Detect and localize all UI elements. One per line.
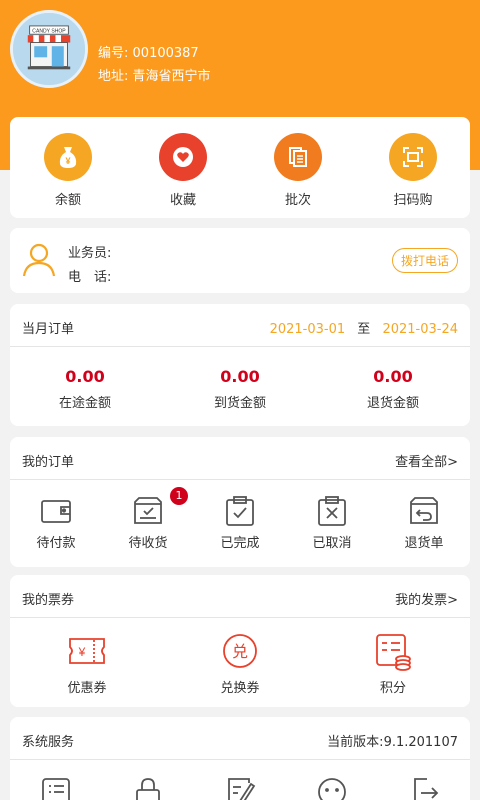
salesperson-card: 业务员: 电 话: 拨打电话 bbox=[10, 228, 470, 293]
divider bbox=[10, 346, 470, 347]
quick-actions-card: ¥ 余额 收藏 批次 扫码购 bbox=[10, 117, 470, 218]
amount-value: 0.00 bbox=[373, 367, 413, 386]
salesperson-phone-label: 电 话: bbox=[68, 270, 112, 285]
call-button[interactable]: 拨打电话 bbox=[391, 248, 458, 273]
batch-icon bbox=[274, 133, 322, 181]
my-tickets-title: 我的票券 bbox=[22, 593, 75, 608]
clipboard-check-icon bbox=[226, 496, 254, 526]
exchange-icon: 兑 bbox=[223, 634, 257, 668]
order-status-pending-payment[interactable]: 待付款 bbox=[10, 494, 102, 551]
shop-code-label: 编号: bbox=[98, 46, 129, 61]
list-icon bbox=[42, 778, 70, 800]
salesperson-rep-label: 业务员: bbox=[68, 246, 112, 261]
amount-returned: 0.00 退货金额 bbox=[318, 367, 468, 411]
svg-text:¥: ¥ bbox=[65, 156, 70, 166]
quick-action-balance[interactable]: ¥ 余额 bbox=[20, 133, 116, 208]
shop-address-value: 青海省西宁市 bbox=[132, 69, 211, 84]
amount-label: 在途金额 bbox=[58, 396, 111, 411]
delivery-box-icon bbox=[134, 497, 162, 524]
date-to[interactable]: 2021-03-24 bbox=[382, 322, 458, 337]
ticket-label: 兑换券 bbox=[220, 681, 260, 696]
coupon-glyph: ¥ bbox=[78, 645, 86, 659]
ticket-exchange[interactable]: 兑 兑换券 bbox=[165, 631, 315, 696]
system-service-logout[interactable] bbox=[378, 775, 470, 800]
wallet-icon bbox=[41, 500, 71, 523]
amount-value: 0.00 bbox=[65, 367, 105, 386]
money-bag-icon: ¥ bbox=[44, 133, 92, 181]
scan-icon bbox=[389, 133, 437, 181]
my-orders-title: 我的订单 bbox=[22, 455, 75, 470]
order-status-returns[interactable]: 退货单 bbox=[378, 494, 470, 551]
view-all-orders-link[interactable]: 查看全部> bbox=[395, 451, 458, 470]
date-to-label: 至 bbox=[357, 322, 371, 337]
quick-action-label: 扫码购 bbox=[393, 193, 433, 208]
ticket-label: 优惠券 bbox=[67, 681, 107, 696]
ticket-points[interactable]: 积分 bbox=[318, 631, 468, 696]
amount-label: 到货金额 bbox=[213, 396, 266, 411]
date-from[interactable]: 2021-03-01 bbox=[270, 322, 346, 337]
chat-icon bbox=[318, 778, 346, 800]
points-icon bbox=[376, 634, 411, 671]
amount-label: 退货金额 bbox=[366, 396, 419, 411]
exchange-glyph: 兑 bbox=[232, 642, 248, 661]
system-service-security[interactable] bbox=[102, 775, 194, 800]
order-status-label: 已完成 bbox=[220, 536, 260, 551]
system-service-feedback[interactable] bbox=[194, 775, 286, 800]
shop-avatar[interactable]: CANDY SHOP bbox=[10, 10, 88, 88]
coupon-icon: ¥ bbox=[69, 638, 105, 664]
amount-arrived: 0.00 到货金额 bbox=[165, 367, 315, 411]
my-invoices-link[interactable]: 我的发票> bbox=[395, 589, 458, 608]
ticket-coupon[interactable]: ¥ 优惠券 bbox=[12, 631, 162, 696]
divider bbox=[10, 759, 470, 760]
monthly-orders-title: 当月订单 bbox=[22, 322, 75, 337]
order-status-label: 待付款 bbox=[36, 536, 76, 551]
divider bbox=[10, 617, 470, 618]
order-status-label: 退货单 bbox=[404, 536, 444, 551]
shop-logo-icon: CANDY SHOP bbox=[13, 13, 85, 85]
amount-value: 0.00 bbox=[220, 367, 260, 386]
quick-action-label: 余额 bbox=[54, 193, 81, 208]
order-status-label: 待收货 bbox=[128, 536, 168, 551]
quick-action-favorites[interactable]: 收藏 bbox=[135, 133, 231, 208]
system-services-title: 系统服务 bbox=[22, 735, 75, 750]
system-services-card: 系统服务 当前版本:9.1.201107 bbox=[10, 717, 470, 800]
heart-icon bbox=[159, 133, 207, 181]
logo-text: CANDY SHOP bbox=[32, 28, 66, 34]
amount-in-transit: 0.00 在途金额 bbox=[10, 367, 160, 411]
version-value: 9.1.201107 bbox=[383, 735, 458, 750]
person-icon bbox=[22, 243, 56, 277]
system-service-list[interactable] bbox=[10, 775, 102, 800]
order-status-completed[interactable]: 已完成 bbox=[194, 494, 286, 551]
shop-code-value: 00100387 bbox=[132, 46, 199, 61]
shop-address-label: 地址: bbox=[98, 69, 129, 84]
date-range[interactable]: 2021-03-01 至 2021-03-24 bbox=[270, 318, 458, 337]
logout-icon bbox=[414, 778, 439, 800]
shop-code: 编号: 00100387 bbox=[98, 42, 199, 61]
my-tickets-card: 我的票券 我的发票> ¥ 优惠券 兑 兑换券 积分 bbox=[10, 575, 470, 707]
divider bbox=[10, 479, 470, 480]
system-service-support[interactable] bbox=[286, 775, 378, 800]
app-version: 当前版本:9.1.201107 bbox=[327, 731, 458, 750]
edit-icon bbox=[228, 778, 256, 800]
quick-action-label: 批次 bbox=[284, 193, 311, 208]
lock-icon bbox=[136, 778, 160, 800]
ticket-label: 积分 bbox=[379, 681, 406, 696]
quick-action-scan[interactable]: 扫码购 bbox=[365, 133, 461, 208]
clipboard-x-icon bbox=[318, 496, 346, 526]
pending-receipt-badge: 1 bbox=[170, 487, 188, 505]
order-status-label: 已取消 bbox=[312, 536, 352, 551]
shop-address: 地址: 青海省西宁市 bbox=[98, 65, 211, 84]
monthly-orders-card: 当月订单 2021-03-01 至 2021-03-24 0.00 在途金额 0… bbox=[10, 304, 470, 426]
quick-action-batch[interactable]: 批次 bbox=[250, 133, 346, 208]
quick-action-label: 收藏 bbox=[169, 193, 196, 208]
order-status-cancelled[interactable]: 已取消 bbox=[286, 494, 378, 551]
my-orders-card: 我的订单 查看全部> 待付款 待收货 1 已完成 已取消 退货单 bbox=[10, 437, 470, 567]
version-label: 当前版本: bbox=[327, 735, 384, 750]
return-box-icon bbox=[410, 497, 438, 524]
